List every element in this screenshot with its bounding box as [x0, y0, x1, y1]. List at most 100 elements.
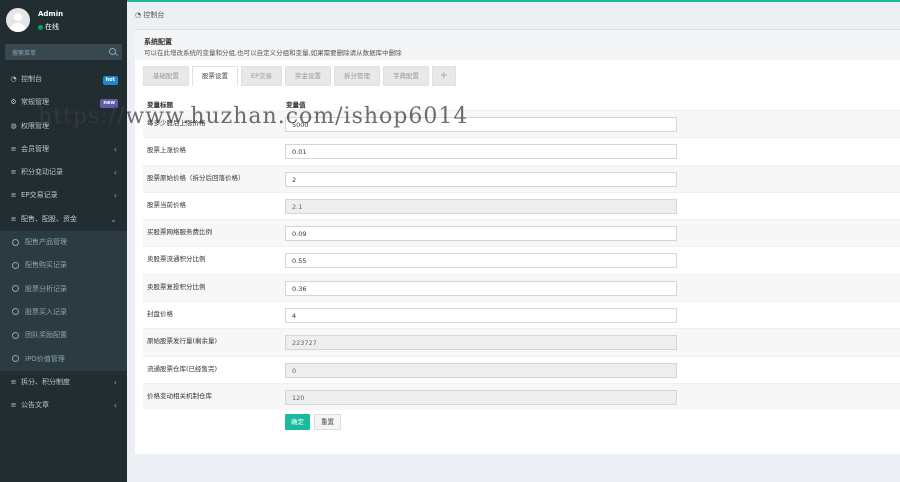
row-label: 卖股票复投积分比例: [147, 282, 206, 291]
readonly-value-field: 120: [285, 389, 677, 405]
sidebar-item-ep-log[interactable]: ≡ EP交易记录 ‹: [0, 184, 127, 207]
search-icon[interactable]: [109, 48, 116, 55]
row-label: 买股票网络服务费比例: [147, 228, 212, 237]
sidebar-item-label: 拆分、积分制度: [21, 377, 70, 386]
table-row: 股票当前价格 2.1: [143, 191, 900, 219]
sidebar-subitem-label: 配售产品管理: [25, 238, 67, 247]
sidebar-item-label: 配售、配股、资金: [21, 214, 77, 223]
tab-basic[interactable]: 基础配置: [143, 66, 189, 86]
config-panel: 系统配置 可以在此增改系统的变量和分组,也可以自定义分组和变量,如果需要删除请从…: [135, 29, 900, 454]
save-button[interactable]: 确定: [285, 414, 310, 430]
circle-icon: [12, 238, 19, 246]
circle-icon: [12, 355, 19, 363]
main-content: ◔ 控制台 系统配置 可以在此增改系统的变量和分组,也可以自定义分组和变量,如果…: [127, 2, 900, 482]
row-label: 卖股票流通积分比例: [147, 255, 206, 264]
config-tabs: 基础配置 股票设置 EP交易 奖金设置 拆分管理 字典配置 +: [143, 66, 459, 86]
row-label: 股票当前价格: [147, 200, 186, 209]
form-actions: 确定 重置: [285, 414, 345, 430]
tab-split[interactable]: 拆分管理: [334, 66, 381, 86]
tab-stock[interactable]: 股票设置: [192, 66, 238, 86]
sidebar-subitem[interactable]: IPO价值管理: [0, 348, 127, 371]
sidebar: Admin 在线 搜索菜单 ◔ 控制台 hot ⚙ 常规管理 new ◍ 权限管理 ≡ 会员…: [0, 0, 127, 482]
value-field[interactable]: 4: [285, 308, 677, 324]
table-row: 封盘价格 4: [143, 301, 900, 328]
tab-ep[interactable]: EP交易: [241, 66, 283, 86]
watermark-text: https://www.huzhan.com/ishop6014: [38, 104, 469, 129]
table-row: 卖股票流通积分比例 0.55: [143, 246, 900, 273]
online-dot-icon: [38, 24, 43, 30]
sidebar-item-split[interactable]: ≡ 拆分、积分制度 ‹: [0, 371, 127, 394]
breadcrumb[interactable]: ◔ 控制台: [135, 10, 164, 20]
readonly-value-field: 223727: [285, 335, 677, 351]
chevron-left-icon: ‹: [113, 191, 117, 201]
value-field[interactable]: 0.01: [285, 144, 677, 160]
sidebar-item-label: EP交易记录: [21, 191, 58, 200]
readonly-value-field: 0: [285, 362, 677, 378]
sidebar-subitem[interactable]: 股票买入记录: [0, 301, 127, 324]
value-field[interactable]: 0.55: [285, 253, 677, 269]
value-field[interactable]: 0.09: [285, 226, 677, 242]
hot-badge: hot: [102, 76, 118, 85]
dashboard-icon: ◔: [10, 75, 17, 83]
sidebar-item-members[interactable]: ≡ 会员管理 ‹: [0, 138, 127, 161]
sidebar-item-label: 控制台: [21, 75, 42, 83]
sidebar-subitem[interactable]: 配售产品管理: [0, 231, 127, 254]
row-label: 原始股票发行量(剩余量): [147, 337, 218, 346]
circle-icon: [12, 331, 19, 339]
avatar-head: [14, 13, 22, 21]
row-label: 流通股票仓库(已经售完): [147, 364, 218, 373]
sidebar-item-label: 积分变动记录: [21, 168, 63, 177]
sidebar-item-label: 会员管理: [21, 144, 49, 153]
config-table: 变量标题 变量值 每多少股后上涨价格 5000 股票上涨价格 0.01 股票原始价格…: [143, 96, 900, 411]
table-row: 股票原始价格（拆分后回落价格） 2: [143, 164, 900, 192]
row-label: 价格变动相关机制仓库: [147, 391, 212, 400]
sidebar-subitem-label: 配售购买记录: [25, 261, 67, 270]
add-tab-button[interactable]: +: [432, 66, 456, 86]
panel-description: 可以在此增改系统的变量和分组,也可以自定义分组和变量,如果需要删除请从数据库中删…: [144, 49, 402, 57]
sidebar-subitem-label: 股票分析记录: [25, 284, 67, 293]
tab-dict[interactable]: 字典配置: [383, 66, 430, 86]
sidebar-item-dashboard[interactable]: ◔ 控制台 hot: [0, 68, 127, 91]
gear-icon: ⚙: [10, 98, 17, 107]
sidebar-subitem[interactable]: 配售购买记录: [0, 254, 127, 277]
sidebar-subitem-label: 股票买入记录: [25, 307, 67, 316]
row-label: 股票原始价格（拆分后回落价格）: [147, 173, 245, 182]
list-icon: ≡: [10, 377, 17, 386]
user-status: 在线: [38, 22, 59, 32]
sidebar-subitem[interactable]: 团队奖励配置: [0, 324, 127, 347]
sidebar-item-placement[interactable]: ≡ 配售、配股、资金 ⌄: [0, 208, 127, 231]
circle-icon: [12, 261, 19, 269]
search-placeholder: 搜索菜单: [12, 50, 37, 57]
avatar-body: [10, 23, 26, 32]
list-icon: ≡: [10, 144, 17, 153]
avatar[interactable]: [6, 8, 30, 32]
readonly-value-field: 2.1: [285, 198, 677, 214]
list-icon: ≡: [10, 401, 17, 410]
row-label: 封盘价格: [147, 310, 173, 319]
chevron-left-icon: ‹: [113, 401, 117, 411]
sidebar-subitem-label: 团队奖励配置: [25, 331, 67, 340]
chevron-down-icon: ⌄: [110, 214, 117, 224]
table-row: 原始股票发行量(剩余量) 223727: [143, 328, 900, 356]
sidebar-search-input[interactable]: 搜索菜单: [5, 44, 122, 60]
sidebar-item-label: 公告文章: [21, 401, 49, 410]
value-field[interactable]: 0.36: [285, 280, 677, 296]
sidebar-submenu: 配售产品管理 配售购买记录 股票分析记录 股票买入记录 团队奖励配置 IPO价值…: [0, 231, 127, 371]
sidebar-subitem[interactable]: 股票分析记录: [0, 278, 127, 301]
user-status-label: 在线: [45, 23, 59, 31]
table-row: 价格变动相关机制仓库 120: [143, 382, 900, 411]
table-row: 流通股票仓库(已经售完) 0: [143, 355, 900, 383]
reset-button[interactable]: 重置: [314, 414, 341, 430]
sidebar-subitem-label: IPO价值管理: [25, 354, 65, 363]
tab-bonus[interactable]: 奖金设置: [285, 66, 332, 86]
list-icon: ≡: [10, 214, 17, 223]
sidebar-item-points-log[interactable]: ≡ 积分变动记录 ‹: [0, 161, 127, 184]
chevron-left-icon: ‹: [113, 168, 117, 178]
panel-title: 系统配置: [144, 38, 172, 46]
group-icon: ◍: [10, 121, 17, 130]
row-label: 股票上涨价格: [147, 146, 186, 155]
panel-header: 系统配置 可以在此增改系统的变量和分组,也可以自定义分组和变量,如果需要删除请从…: [135, 30, 900, 60]
circle-icon: [12, 285, 19, 293]
value-field[interactable]: 2: [285, 171, 677, 187]
sidebar-item-articles[interactable]: ≡ 公告文章 ‹: [0, 394, 127, 417]
